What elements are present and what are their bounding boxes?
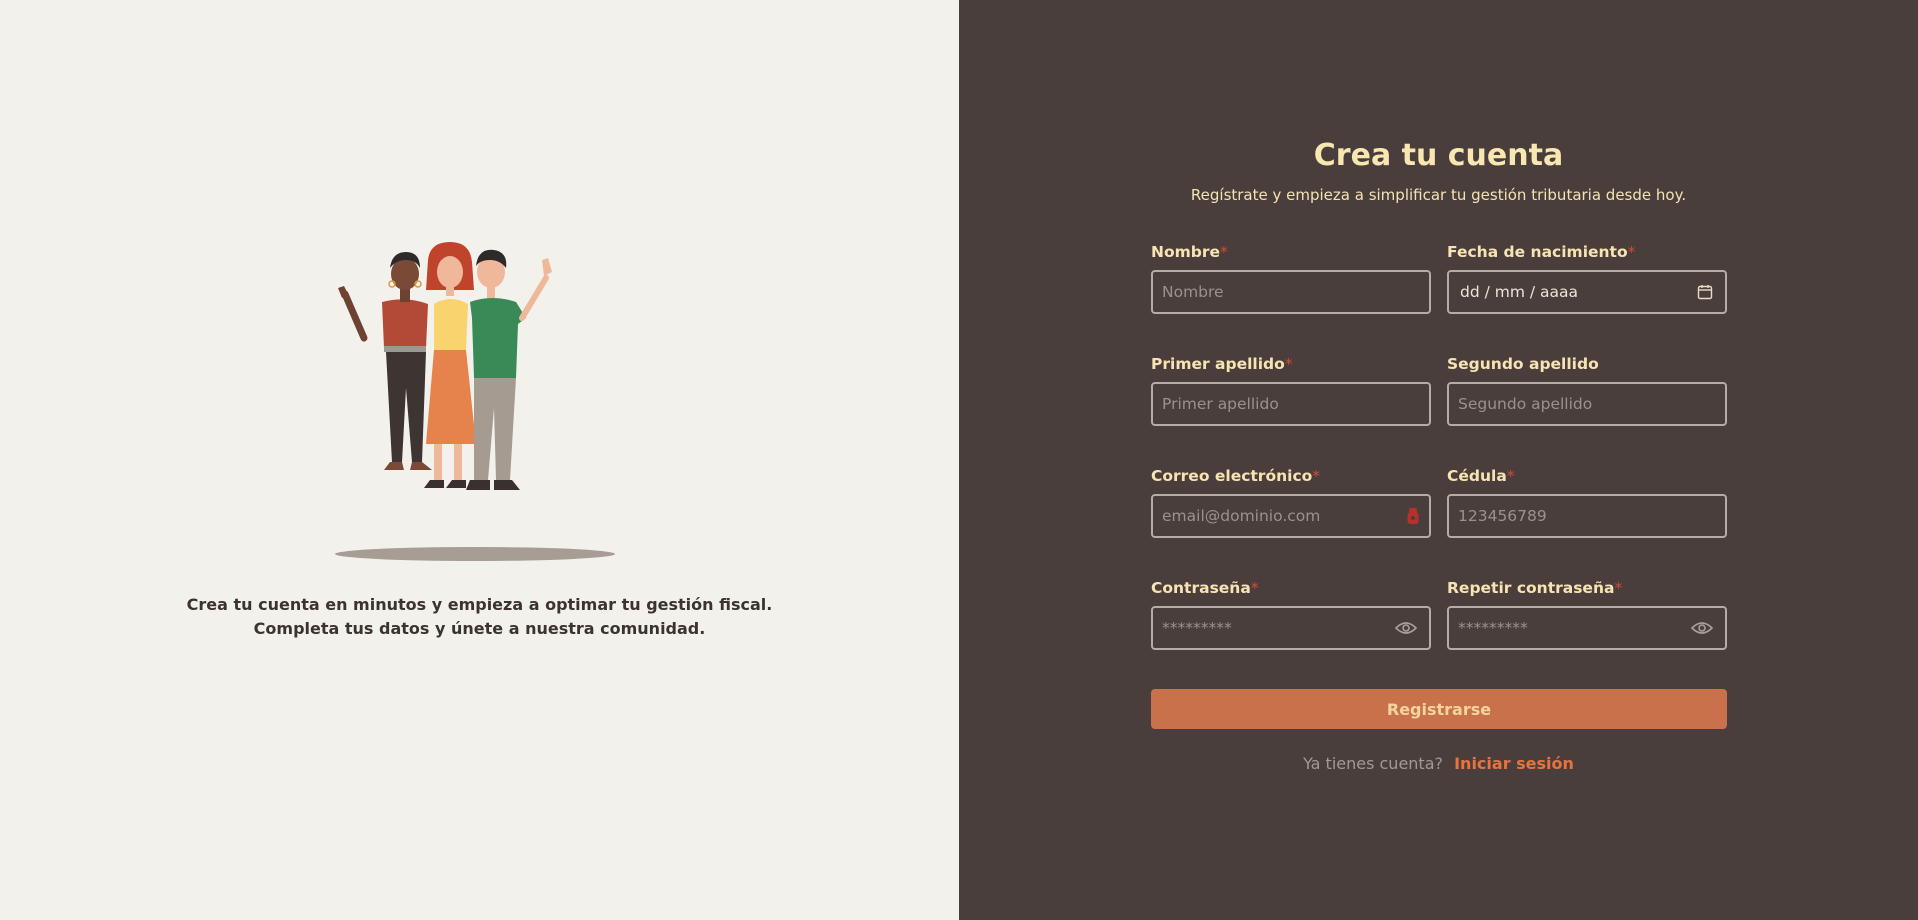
field-cedula: Cédula* [1447,466,1727,538]
date-format-text: dd / mm / aaaa [1460,283,1579,301]
correo-input[interactable] [1153,496,1429,536]
login-link[interactable]: Iniciar sesión [1454,754,1574,773]
register-button[interactable]: Registrarse [1151,689,1727,729]
field-primer-apellido: Primer apellido* [1151,354,1431,426]
required-mark: * [1312,467,1321,485]
field-correo: Correo electrónico* [1151,466,1431,538]
person-2 [424,242,476,488]
eye-icon[interactable] [1691,621,1713,635]
correo-input-box [1151,494,1431,538]
primer-apellido-input-box [1151,382,1431,426]
caption-line-1: Crea tu cuenta en minutos y empieza a op… [186,595,773,614]
required-mark: * [1506,467,1515,485]
cedula-label: Cédula* [1447,467,1515,485]
field-nombre: Nombre* [1151,242,1431,314]
field-segundo-apellido: Segundo apellido [1447,354,1727,426]
primer-apellido-label: Primer apellido* [1151,355,1293,373]
login-prompt-line: Ya tienes cuenta? Iniciar sesión [959,754,1918,773]
form-subtitle: Regístrate y empieza a simplificar tu ge… [1190,186,1687,204]
contrasena-label: Contraseña* [1151,579,1259,597]
required-mark: * [1614,579,1623,597]
contrasena-input-box [1151,606,1431,650]
segundo-apellido-input-box [1447,382,1727,426]
person-3 [466,249,552,490]
caption-line-2: Completa tus datos y únete a nuestra com… [253,619,706,638]
segundo-apellido-input[interactable] [1449,384,1725,424]
required-mark: * [1250,579,1259,597]
fecha-nacimiento-input[interactable]: dd / mm / aaaa [1447,270,1727,314]
nombre-label: Nombre* [1151,243,1228,261]
person-1 [338,252,432,470]
field-repetir-contrasena: Repetir contraseña* [1447,578,1727,650]
eye-icon[interactable] [1395,621,1417,635]
password-manager-icon[interactable] [1407,507,1419,525]
repetir-contrasena-input[interactable] [1449,608,1725,648]
calendar-icon[interactable] [1697,284,1713,300]
field-fecha-nacimiento: Fecha de nacimiento* dd / mm / aaaa [1447,242,1727,314]
cedula-input[interactable] [1449,496,1725,536]
cedula-input-box [1447,494,1727,538]
right-panel: Crea tu cuenta Regístrate y empieza a si… [959,0,1918,920]
required-mark: * [1220,243,1228,261]
form-title: Crea tu cuenta [1313,138,1564,173]
nombre-input[interactable] [1153,272,1429,312]
field-contrasena: Contraseña* [1151,578,1431,650]
contrasena-input[interactable] [1153,608,1429,648]
required-mark: * [1284,355,1293,373]
repetir-contrasena-input-box [1447,606,1727,650]
fecha-nacimiento-label: Fecha de nacimiento* [1447,243,1636,261]
correo-label: Correo electrónico* [1151,467,1321,485]
login-prompt-text: Ya tienes cuenta? [1303,754,1443,773]
repetir-contrasena-label: Repetir contraseña* [1447,579,1623,597]
required-mark: * [1627,243,1636,261]
community-illustration [335,242,615,561]
left-caption: Crea tu cuenta en minutos y empieza a op… [0,593,959,641]
left-panel: Crea tu cuenta en minutos y empieza a op… [0,0,959,920]
primer-apellido-input[interactable] [1153,384,1429,424]
segundo-apellido-label: Segundo apellido [1447,355,1599,373]
nombre-input-box [1151,270,1431,314]
